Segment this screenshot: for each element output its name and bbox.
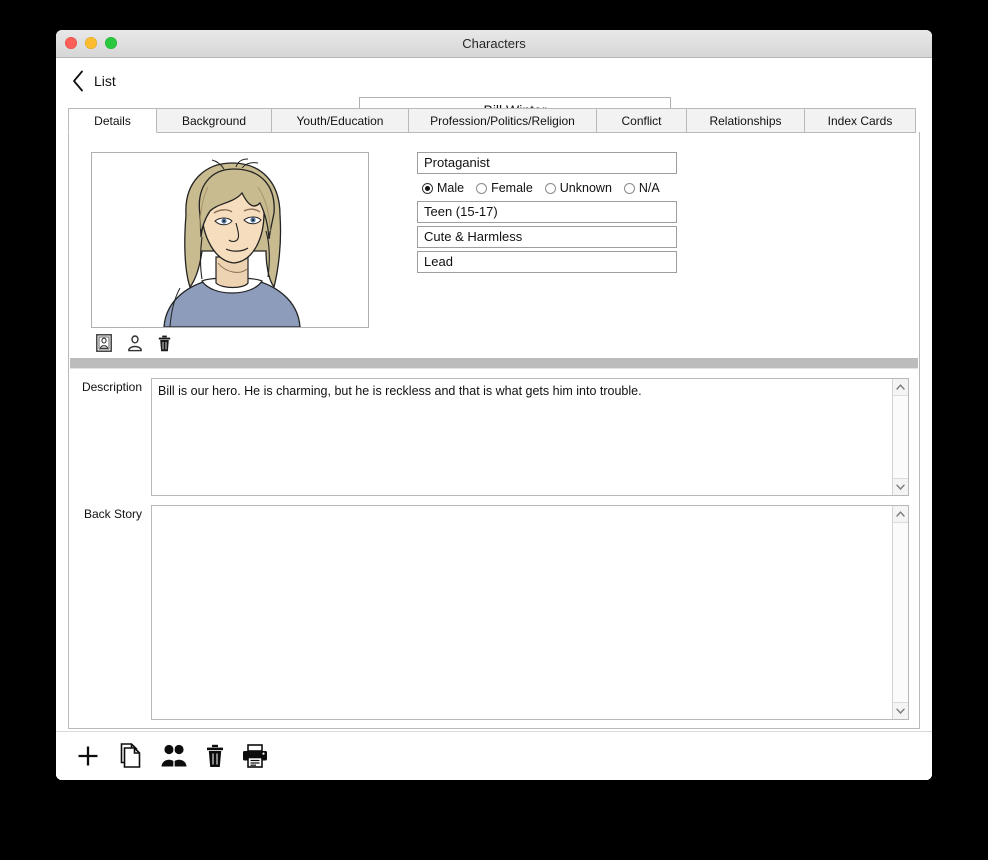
radio-dot-male [422, 182, 433, 194]
choose-portrait-icon[interactable] [96, 334, 112, 352]
backstory-scroll-up[interactable] [893, 506, 908, 523]
age-field[interactable]: Teen (15-17) [417, 201, 677, 223]
tab-details[interactable]: Details [68, 108, 157, 133]
back-to-list-button[interactable]: List [72, 70, 116, 92]
role-field[interactable]: Protaganist [417, 152, 677, 174]
description-scroll-down[interactable] [893, 478, 908, 495]
silhouette-icon[interactable] [126, 334, 144, 352]
backstory-label: Back Story [83, 507, 142, 521]
gender-label-unknown: Unknown [559, 181, 612, 195]
window-content: List Bill Winter Details Background Yout… [56, 58, 932, 780]
tab-bar: Details Background Youth/Education Profe… [68, 108, 920, 133]
description-textarea-wrap: Bill is our hero. He is charming, but he… [151, 378, 909, 496]
window-title: Characters [462, 36, 526, 51]
tab-profession-politics-religion[interactable]: Profession/Politics/Religion [409, 108, 597, 133]
backstory-block: Back Story [79, 505, 909, 720]
description-block: Description Bill is our hero. He is char… [79, 378, 909, 496]
character-attribute-fields: Protaganist Male Female Unknown N/A Teen… [417, 152, 677, 276]
tab-relationships[interactable]: Relationships [687, 108, 805, 133]
delete-image-icon[interactable] [158, 335, 171, 352]
chevron-up-icon [896, 511, 905, 517]
details-tab-panel: Protaganist Male Female Unknown N/A Teen… [68, 132, 920, 729]
merge-characters-button[interactable] [160, 744, 188, 768]
gender-label-female: Female [491, 181, 533, 195]
chevron-up-icon [896, 384, 905, 390]
description-scrollbar[interactable] [892, 379, 908, 495]
tab-index-cards[interactable]: Index Cards [805, 108, 916, 133]
back-button-label: List [94, 73, 116, 89]
character-portrait-box[interactable] [91, 152, 369, 328]
tab-conflict[interactable]: Conflict [597, 108, 687, 133]
title-bar: Characters [56, 30, 932, 58]
gender-option-male[interactable]: Male [422, 181, 464, 195]
delete-character-button[interactable] [206, 744, 224, 768]
duplicate-character-button[interactable] [118, 743, 142, 769]
description-scroll-track[interactable] [893, 396, 908, 478]
backstory-scroll-track[interactable] [893, 523, 908, 702]
bottom-toolbar [56, 731, 932, 780]
gender-radio-group: Male Female Unknown N/A [417, 177, 677, 199]
details-lower-section: Description Bill is our hero. He is char… [69, 369, 919, 728]
description-scroll-up[interactable] [893, 379, 908, 396]
radio-dot-unknown [544, 182, 556, 194]
tab-youth-education[interactable]: Youth/Education [272, 108, 409, 133]
gender-option-female[interactable]: Female [476, 181, 533, 195]
description-textarea[interactable]: Bill is our hero. He is charming, but he… [152, 379, 892, 495]
gender-label-male: Male [437, 181, 465, 195]
backstory-scroll-down[interactable] [893, 702, 908, 719]
characters-window: Characters List Bill Winter Details Back… [56, 30, 932, 780]
image-tools [96, 334, 171, 352]
chevron-down-icon [896, 484, 905, 490]
character-portrait-image [92, 153, 368, 327]
gender-option-na[interactable]: N/A [623, 181, 660, 195]
backstory-scrollbar[interactable] [892, 506, 908, 719]
description-label: Description [81, 380, 142, 394]
chevron-left-icon [73, 70, 83, 92]
print-button[interactable] [242, 744, 268, 768]
radio-dot-female [476, 182, 488, 194]
details-upper-section: Protaganist Male Female Unknown N/A Teen… [69, 133, 919, 357]
tab-background[interactable]: Background [157, 108, 272, 133]
trait-field[interactable]: Cute & Harmless [417, 226, 677, 248]
radio-dot-na [623, 182, 635, 194]
chevron-down-icon [896, 708, 905, 714]
header-row: List Bill Winter [56, 58, 932, 122]
add-character-button[interactable] [76, 744, 100, 768]
backstory-textarea-wrap [151, 505, 909, 720]
panel-splitter[interactable] [70, 357, 918, 369]
billing-field[interactable]: Lead [417, 251, 677, 273]
backstory-textarea[interactable] [152, 506, 892, 719]
gender-option-unknown[interactable]: Unknown [544, 181, 612, 195]
gender-label-na: N/A [638, 181, 660, 195]
